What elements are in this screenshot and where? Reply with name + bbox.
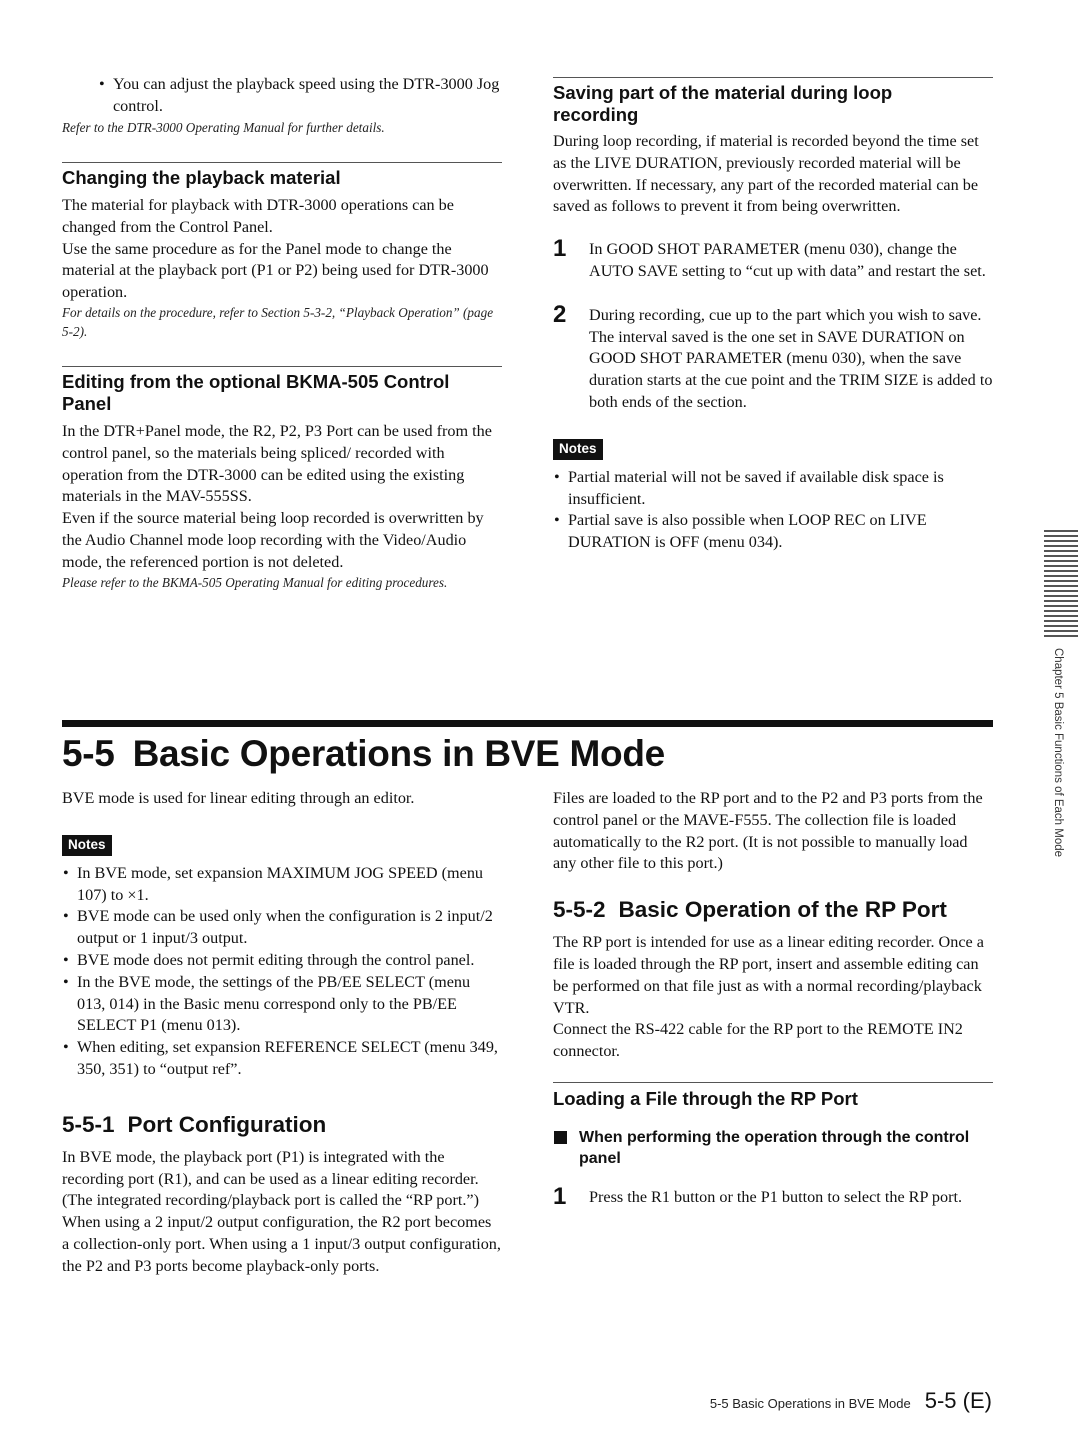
- subheading-control-panel: When performing the operation through th…: [579, 1128, 970, 1167]
- section-divider: [553, 77, 993, 78]
- top-left-column: You can adjust the playback speed using …: [62, 74, 502, 592]
- paragraph: The material for playback with DTR-3000 …: [62, 196, 454, 236]
- subsection-title: Port Configuration: [127, 1111, 327, 1137]
- subsection-number: 5-5-1: [62, 1111, 115, 1137]
- dtr-bullet-list: You can adjust the playback speed using …: [98, 74, 502, 118]
- step-text: Press the R1 button or the P1 button to …: [589, 1187, 963, 1206]
- paragraph: Connect the RS-422 cable for the RP port…: [553, 1020, 963, 1061]
- list-item: BVE mode does not permit editing through…: [62, 950, 502, 972]
- section-divider: [62, 162, 502, 164]
- paragraph: Even if the source material being loop r…: [62, 509, 484, 571]
- paragraph: Use the same procedure as for the Panel …: [62, 239, 489, 302]
- section-divider: [553, 1081, 993, 1083]
- page-number: 5-5 (E): [924, 1388, 992, 1413]
- paragraph: During loop recording, if material is re…: [553, 132, 979, 216]
- list-item: When editing, set expansion REFERENCE SE…: [62, 1037, 502, 1081]
- section-heavy-rule: [62, 720, 993, 727]
- subsection-heading-rp-port: 5-5-2 Basic Operation of the RP Port: [553, 897, 993, 923]
- notes-badge: Notes: [62, 834, 112, 856]
- list-item: Partial save is also possible when LOOP …: [553, 510, 993, 554]
- heading-saving-part-of-material: Saving part of the material during loop …: [553, 82, 893, 125]
- step-number: 1: [553, 1182, 567, 1210]
- step-1: 1 In GOOD SHOT PARAMETER (menu 030), cha…: [553, 235, 993, 283]
- reference-note: Please refer to the BKMA-505 Operating M…: [62, 574, 448, 590]
- step-1: 1 Press the R1 button or the P1 button t…: [553, 1183, 993, 1210]
- heading-editing-bkma-505: Editing from the optional BKMA-505 Contr…: [62, 371, 450, 415]
- section-title: 5-5 Basic Operations in BVE Mode: [62, 733, 665, 775]
- notes-block: Notes Partial material will not be saved…: [553, 438, 993, 554]
- step-number: 2: [553, 300, 567, 328]
- notes-list: Partial material will not be saved if av…: [553, 467, 993, 554]
- step-2: 2 During recording, cue up to the part w…: [553, 301, 993, 414]
- list-item: You can adjust the playback speed using …: [98, 74, 502, 118]
- paragraph: The RP port is intended for use as a lin…: [553, 933, 984, 1017]
- list-item: In BVE mode, set expansion MAXIMUM JOG S…: [62, 863, 502, 907]
- section-intro: BVE mode is used for linear editing thro…: [62, 789, 415, 807]
- heading-loading-file: Loading a File through the RP Port: [553, 1087, 858, 1109]
- bottom-left-column: BVE mode is used for linear editing thro…: [62, 788, 502, 1278]
- paragraph: In the DTR+Panel mode, the R2, P2, P3 Po…: [62, 422, 492, 506]
- step-number: 1: [553, 235, 567, 263]
- footer-section-title: 5-5 Basic Operations in BVE Mode: [709, 1396, 911, 1411]
- subsection-title: Basic Operation of the RP Port: [618, 897, 947, 923]
- list-item: In the BVE mode, the settings of the PB/…: [62, 972, 502, 1037]
- section-title-text: Basic Operations in BVE Mode: [132, 733, 666, 774]
- notes-list: In BVE mode, set expansion MAXIMUM JOG S…: [62, 863, 502, 1081]
- reference-note: Refer to the DTR-3000 Operating Manual f…: [62, 119, 385, 135]
- chapter-tab-marker: [1044, 530, 1078, 640]
- list-item: Partial material will not be saved if av…: [553, 467, 993, 511]
- section-divider: [62, 366, 502, 368]
- chapter-side-label: Chapter 5 Basic Functions of Each Mode: [1052, 648, 1064, 858]
- square-bullet-icon: [554, 1130, 567, 1144]
- procedure-subheading: When performing the operation through th…: [553, 1127, 993, 1169]
- bottom-right-column: Files are loaded to the RP port and to t…: [553, 788, 993, 1210]
- step-text: In GOOD SHOT PARAMETER (menu 030), chang…: [589, 240, 986, 280]
- subsection-number: 5-5-2: [553, 897, 606, 923]
- heading-changing-playback-material: Changing the playback material: [62, 167, 341, 189]
- page-footer: 5-5 Basic Operations in BVE Mode 5-5 (E): [710, 1388, 992, 1414]
- paragraph: Files are loaded to the RP port and to t…: [553, 789, 983, 873]
- notes-badge: Notes: [553, 438, 603, 460]
- step-text: During recording, cue up to the part whi…: [589, 305, 993, 411]
- notes-block: Notes In BVE mode, set expansion MAXIMUM…: [62, 834, 502, 1081]
- paragraph: In BVE mode, the playback port (P1) is i…: [62, 1147, 501, 1275]
- top-right-column: Saving part of the material during loop …: [553, 77, 993, 554]
- list-item: BVE mode can be used only when the confi…: [62, 906, 502, 950]
- reference-note: For details on the procedure, refer to S…: [62, 305, 494, 339]
- section-number: 5-5: [62, 733, 115, 774]
- subsection-heading-port-configuration: 5-5-1 Port Configuration: [62, 1112, 502, 1138]
